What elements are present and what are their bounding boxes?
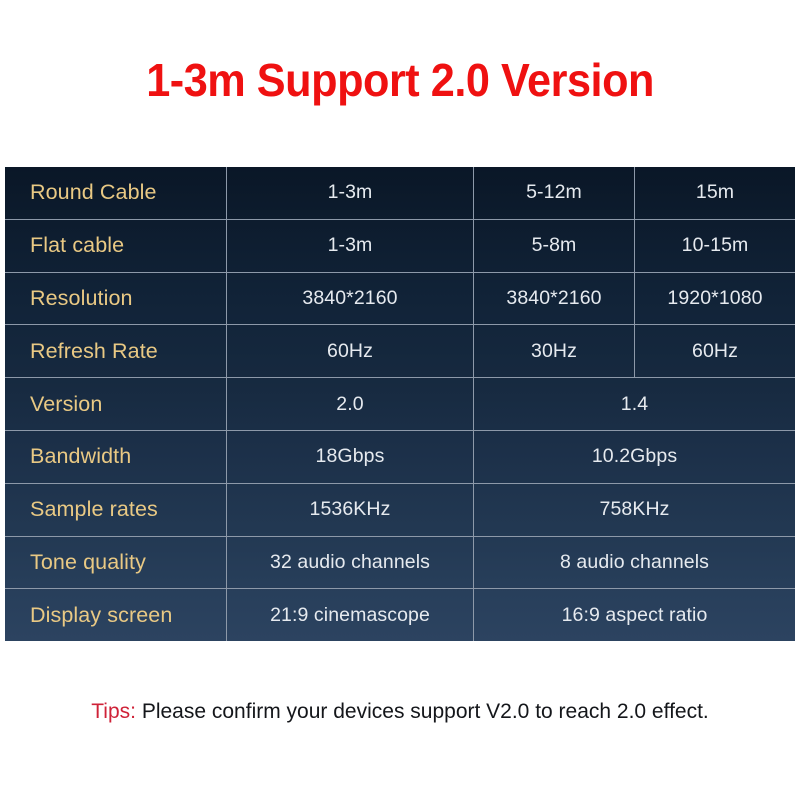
spec-comparison-table: Round Cable 1-3m 5-12m 15m Flat cable 1-3m 5-8… xyxy=(5,167,795,642)
table-cell: 2.0 xyxy=(226,377,474,431)
table-row: Flat cable 1-3m 5-8m 10-15m xyxy=(5,218,795,273)
title-banner: 1-3m Support 2.0 Version xyxy=(0,0,800,160)
table-cell: 1-3m xyxy=(226,218,474,273)
table-row: Round Cable 1-3m 5-12m 15m xyxy=(5,167,795,220)
table-row: Display screen 21:9 cinemascope 16:9 aspec… xyxy=(5,588,795,642)
row-label: Tone quality xyxy=(5,535,227,590)
row-label: Round Cable xyxy=(5,167,227,220)
table-cell: 10.2Gbps xyxy=(473,429,795,484)
page-title: 1-3m Support 2.0 Version xyxy=(146,54,654,106)
table-row: Tone quality 32 audio channels 8 audio cha… xyxy=(5,535,795,590)
table-cell: 3840*2160 xyxy=(226,271,474,326)
table-cell: 32 audio channels xyxy=(226,535,474,590)
row-label: Version xyxy=(5,377,227,431)
table-cell: 8 audio channels xyxy=(473,535,795,590)
table-cell: 60Hz xyxy=(226,324,474,379)
table-cell: 1-3m xyxy=(226,167,474,220)
table-row: Refresh Rate 60Hz 30Hz 60Hz xyxy=(5,324,795,379)
table-cell: 1920*1080 xyxy=(634,271,795,326)
table-cell: 16:9 aspect ratio xyxy=(473,588,795,642)
table-cell: 5-12m xyxy=(473,167,635,220)
table-row: Version 2.0 1.4 xyxy=(5,377,795,431)
tips-note: Tips: Please confirm your devices suppor… xyxy=(0,700,800,724)
table-cell: 21:9 cinemascope xyxy=(226,588,474,642)
tips-text: Please confirm your devices support V2.0… xyxy=(141,700,709,723)
table-cell: 10-15m xyxy=(634,218,795,273)
table-cell: 18Gbps xyxy=(226,429,474,484)
table-row: Resolution 3840*2160 3840*2160 1920*1080 xyxy=(5,271,795,326)
row-label: Refresh Rate xyxy=(5,324,227,379)
table-cell: 30Hz xyxy=(473,324,635,379)
table-row: Bandwidth 18Gbps 10.2Gbps xyxy=(5,429,795,484)
row-label: Display screen xyxy=(5,588,227,642)
table-cell: 60Hz xyxy=(634,324,795,379)
spec-table-body: Round Cable 1-3m 5-12m 15m Flat cable 1-3m 5-8… xyxy=(5,167,795,642)
table-cell: 3840*2160 xyxy=(473,271,635,326)
row-label: Bandwidth xyxy=(5,429,227,484)
table-cell: 1536KHz xyxy=(226,482,474,537)
spec-table-container: Round Cable 1-3m 5-12m 15m Flat cable 1-3m 5-8… xyxy=(5,167,795,642)
row-label: Resolution xyxy=(5,271,227,326)
table-cell: 15m xyxy=(634,167,795,220)
row-label: Flat cable xyxy=(5,218,227,273)
table-row: Sample rates 1536KHz 758KHz xyxy=(5,482,795,537)
table-cell: 1.4 xyxy=(473,377,795,431)
table-cell: 758KHz xyxy=(473,482,795,537)
row-label: Sample rates xyxy=(5,482,227,537)
table-cell: 5-8m xyxy=(473,218,635,273)
tips-label: Tips: xyxy=(91,700,136,723)
